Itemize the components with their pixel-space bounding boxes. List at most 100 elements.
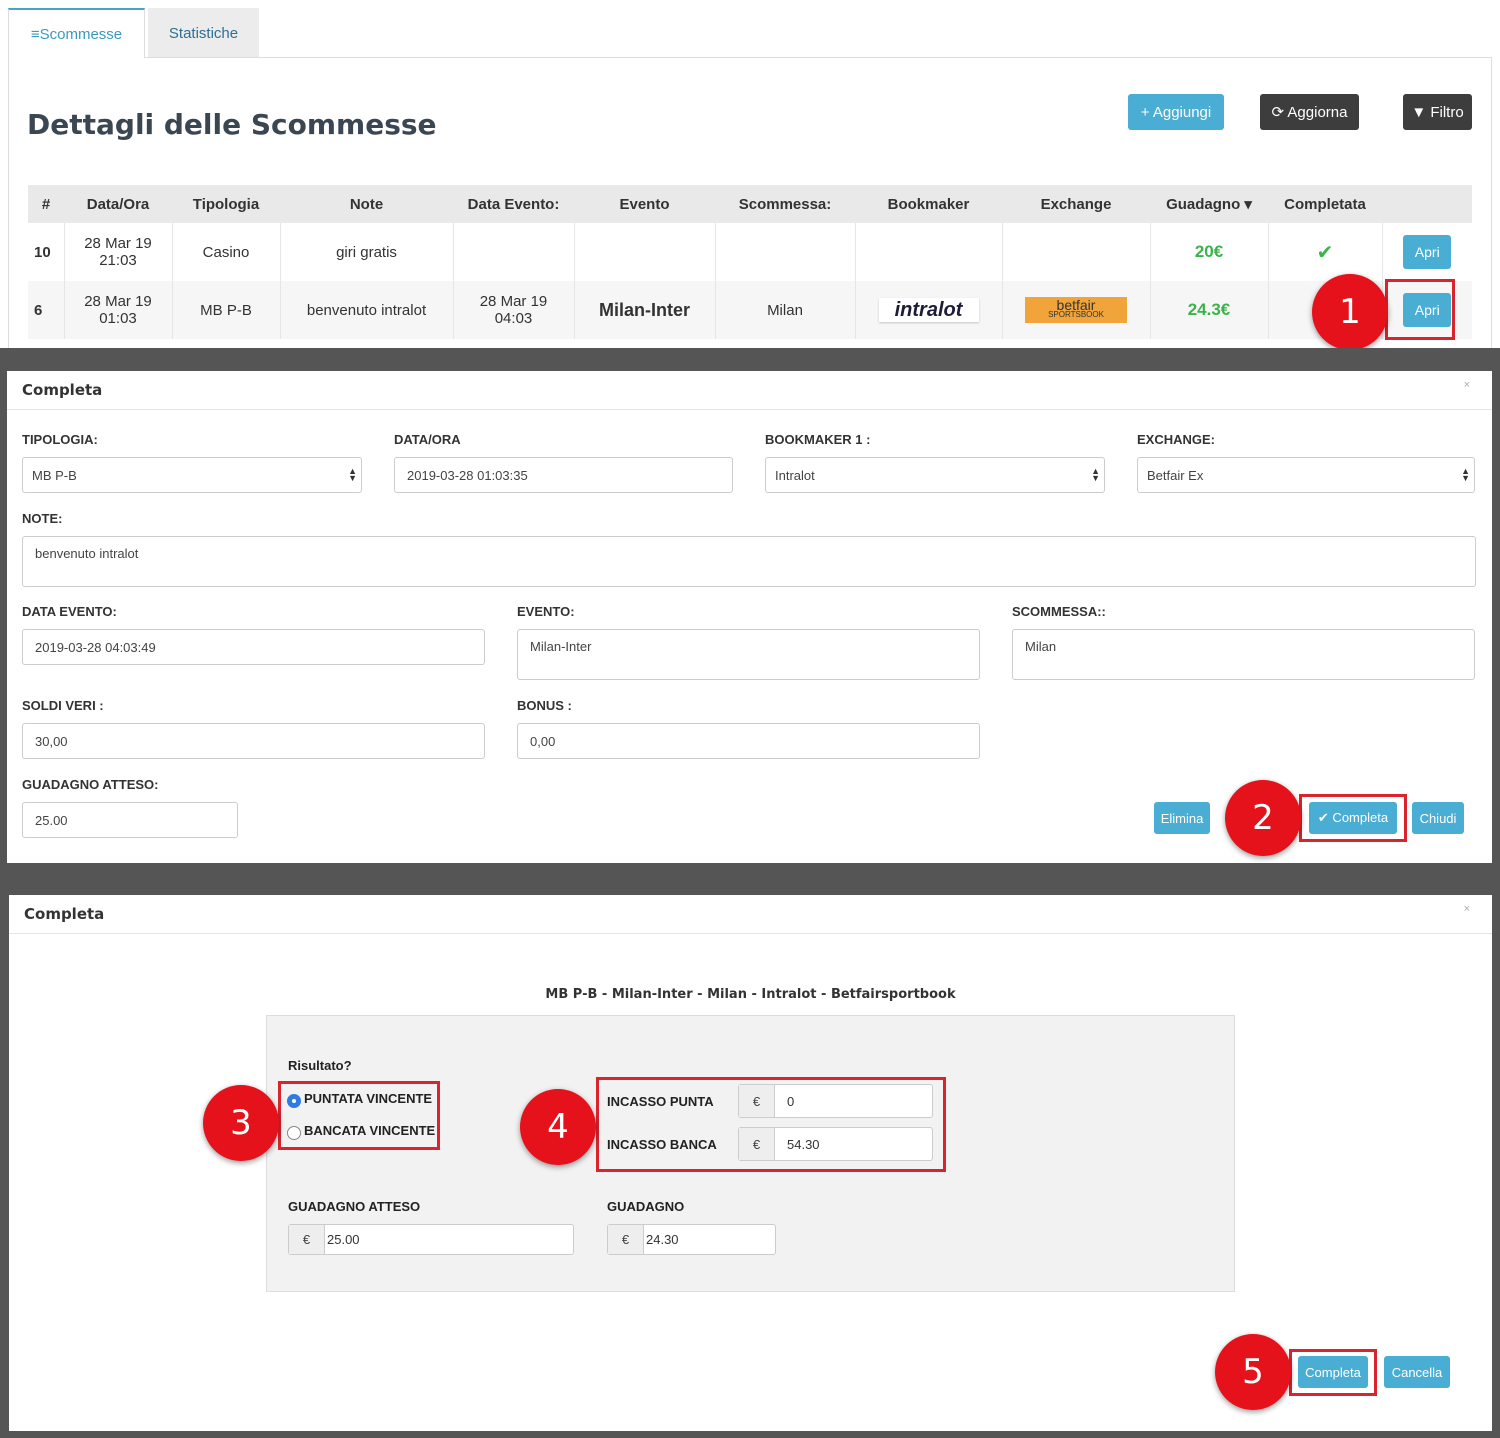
col-tipologia[interactable]: Tipologia [172,185,280,223]
step-badge-2: 2 [1225,780,1301,856]
euro-icon: € [608,1225,644,1254]
row-exchange [1002,223,1151,281]
tab-scommesse[interactable]: ≡Scommesse [8,8,145,58]
highlight-box-1 [1385,279,1455,340]
overlay-band [0,371,7,863]
row-date: 28 Mar 19 [84,293,152,310]
col-bookmaker[interactable]: Bookmaker [855,185,1002,223]
modal-title: Completa [24,905,105,923]
evento-textarea[interactable]: Milan-Inter [517,629,980,680]
modal-title: Completa [22,381,103,399]
modal-header-divider [9,933,1492,934]
bookmaker-value: Intralot [775,467,815,483]
col-evento[interactable]: Evento [574,185,715,223]
row-bookmaker [855,223,1003,281]
frame-border-right [1491,57,1492,348]
soldi-input[interactable]: 30,00 [22,723,485,759]
overlay-band [0,348,1500,371]
guadagno-atteso-value: 25.00 [327,1232,360,1247]
row-dataora: 28 Mar 19 21:03 [64,223,173,281]
col-exchange[interactable]: Exchange [1002,185,1150,223]
select-arrows-icon: ▲ ▼ [348,466,357,483]
dataora-input[interactable]: 2019-03-28 01:03:35 [394,457,733,493]
row-time: 01:03 [99,310,137,327]
row-exchange: betfair SPORTSBOOK [1002,281,1151,339]
row-ev-date: 28 Mar 19 [479,293,548,310]
row-guadagno: 20€ [1150,223,1269,281]
bets-table: # Data/Ora Tipologia Note Data Evento: E… [28,185,1472,339]
apri-button[interactable]: Apri [1403,235,1452,269]
add-button[interactable]: + Aggiungi [1128,94,1224,130]
row-tipologia: Casino [172,223,281,281]
evento-label: EVENTO: [517,604,575,619]
intralot-logo: intralot [878,298,979,322]
col-data-evento[interactable]: Data Evento: [453,185,574,223]
col-note[interactable]: Note [280,185,453,223]
exchange-select[interactable]: Betfair Ex ▲ ▼ [1137,457,1475,493]
select-arrows-icon: ▲ ▼ [1461,466,1470,483]
overlay-band [1492,371,1500,863]
betfair-logo: betfair SPORTSBOOK [1025,297,1127,323]
col-completata[interactable]: Completata [1268,185,1382,223]
check-icon: ✔ [1268,223,1383,281]
row-actions: Apri [1382,223,1472,281]
row-dataora: 28 Mar 19 01:03 [64,281,173,339]
tab-statistiche[interactable]: Statistiche [148,8,259,58]
frame-border-left [8,57,9,348]
risultato-label: Risultato? [288,1058,352,1073]
table-row: 10 28 Mar 19 21:03 Casino giri gratis 20€… [28,223,1472,281]
row-guadagno: 24.3€ [1150,281,1269,339]
exchange-value: Betfair Ex [1147,467,1204,483]
scommessa-value: Milan [1025,639,1057,654]
elimina-button[interactable]: Elimina [1154,802,1210,834]
overlay-band [0,863,1500,895]
tab-scommesse-label: ≡Scommesse [30,25,123,43]
guadagno-atteso-value: 25.00 [35,812,68,828]
close-icon[interactable]: × [1464,379,1470,391]
scommessa-textarea[interactable]: Milan [1012,629,1475,680]
bonus-input[interactable]: 0,00 [517,723,980,759]
row-ev-time: 04:03 [494,310,533,327]
guadagno-atteso-label: GUADAGNO ATTESO [288,1199,421,1214]
tipologia-value: MB P-B [32,467,77,483]
row-scommessa [715,223,856,281]
table-header-row: # Data/Ora Tipologia Note Data Evento: E… [28,185,1472,223]
data-evento-value: 2019-03-28 04:03:49 [35,639,156,655]
guadagno-atteso-input[interactable]: 25.00 [22,802,238,838]
guadagno-label: GUADAGNO [607,1199,685,1214]
highlight-box-4 [596,1077,946,1172]
guadagno-atteso-input[interactable]: €25.00 [288,1224,574,1255]
row-time: 21:03 [99,252,137,269]
bet-summary: MB P-B - Milan-Inter - Milan - Intralot … [545,987,956,1002]
row-id: 10 [28,223,65,281]
evento-value: Milan-Inter [530,639,592,654]
guadagno-input[interactable]: €24.30 [607,1224,776,1255]
step-badge-5: 5 [1215,1334,1291,1410]
row-bookmaker: intralot [855,281,1003,339]
bonus-value: 0,00 [530,733,556,749]
col-guadagno[interactable]: Guadagno ▾ [1150,185,1268,223]
scommessa-label: SCOMMESSA:: [1012,604,1106,619]
data-evento-input[interactable]: 2019-03-28 04:03:49 [22,629,485,665]
refresh-button[interactable]: ⟳ Aggiorna [1260,94,1359,130]
filter-button[interactable]: ▼ Filtro [1403,94,1472,130]
col-dataora[interactable]: Data/Ora [64,185,172,223]
tab-statistiche-label: Statistiche [168,24,239,42]
row-evento: Milan-Inter [574,281,716,339]
data-evento-label: DATA EVENTO: [22,604,117,619]
row-data-evento [453,223,575,281]
chiudi-button[interactable]: Chiudi [1412,802,1464,834]
note-textarea[interactable]: benvenuto intralot [22,536,1476,587]
col-scommessa[interactable]: Scommessa: [715,185,855,223]
col-id[interactable]: # [28,185,64,223]
row-tipologia: MB P-B [172,281,281,339]
tipologia-select[interactable]: MB P-B ▲ ▼ [22,457,362,493]
guadagno-atteso-label: GUADAGNO ATTESO: [22,777,159,792]
bookmaker-select[interactable]: Intralot ▲ ▼ [765,457,1105,493]
bookmaker-label: BOOKMAKER 1 : [765,432,871,447]
dataora-label: DATA/ORA [394,432,461,447]
close-icon[interactable]: × [1464,903,1470,915]
euro-icon: € [289,1225,325,1254]
cancella-button[interactable]: Cancella [1384,1356,1450,1388]
dataora-value: 2019-03-28 01:03:35 [407,467,528,483]
